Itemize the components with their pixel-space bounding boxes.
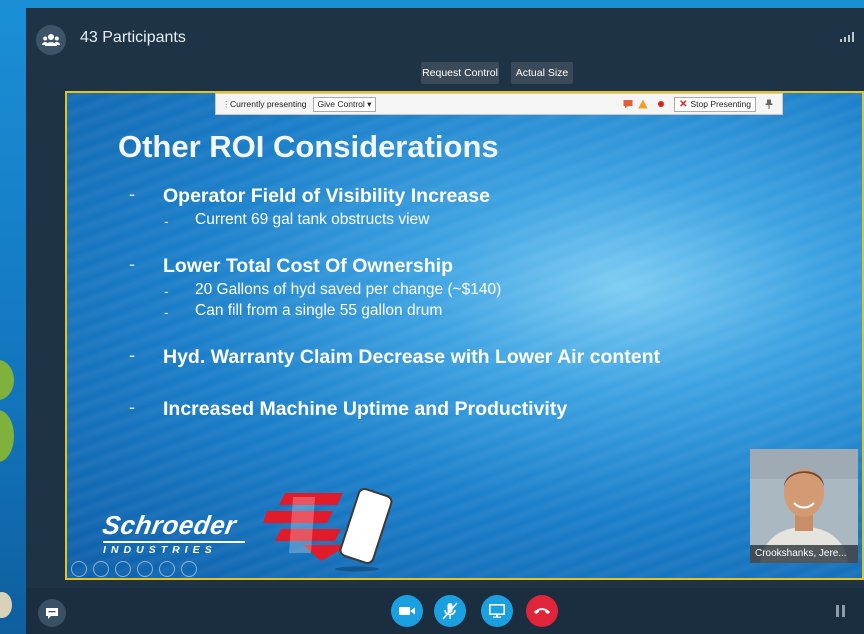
- participants-count: 43 Participants: [80, 29, 186, 46]
- bullet-2: Lower Total Cost Of Ownership: [163, 255, 453, 277]
- hang-up-icon: [534, 608, 550, 614]
- zoom-icon[interactable]: [159, 561, 175, 577]
- desktop-icon: [0, 592, 12, 618]
- previous-slide-icon[interactable]: [71, 561, 87, 577]
- chevron-down-icon: ▾: [367, 98, 372, 109]
- pause-icon[interactable]: [836, 605, 846, 617]
- pin-icon[interactable]: [764, 99, 774, 109]
- video-button[interactable]: [391, 595, 423, 627]
- stop-presenting-button[interactable]: ✕ Stop Presenting: [674, 96, 756, 112]
- network-signal-icon: [840, 32, 854, 42]
- participants-button[interactable]: [36, 25, 66, 55]
- slide-nav-controls: [71, 561, 197, 577]
- more-icon[interactable]: [181, 561, 197, 577]
- company-logo: Schroeder INDUSTRIES: [100, 510, 245, 559]
- desktop-icon: [0, 410, 14, 462]
- bullet-dash: -: [129, 345, 135, 365]
- microphone-muted-icon: [442, 602, 458, 620]
- sub-bullet-2-1: 20 Gallons of hyd saved per change (~$14…: [195, 281, 502, 298]
- chat-bubble-icon: [46, 607, 58, 619]
- monitor-icon: [489, 604, 505, 618]
- warning-icon[interactable]: [638, 99, 648, 109]
- phone-speed-graphic: [263, 488, 393, 572]
- bullet-dash: -: [129, 254, 135, 274]
- chat-button[interactable]: [38, 599, 66, 627]
- camera-icon: [399, 607, 415, 615]
- mute-button[interactable]: [434, 595, 466, 627]
- sub-bullet-dash: -: [164, 283, 169, 299]
- bullet-dash: -: [129, 184, 135, 204]
- slide-title: Other ROI Considerations: [118, 129, 499, 164]
- drag-handle-icon[interactable]: ⋮: [222, 99, 231, 110]
- pen-icon[interactable]: [115, 561, 131, 577]
- logo-subtitle: INDUSTRIES: [103, 541, 245, 556]
- next-slide-icon[interactable]: [93, 561, 109, 577]
- share-screen-button[interactable]: [481, 595, 513, 627]
- presenting-status: Currently presenting: [230, 99, 307, 109]
- request-control-button[interactable]: Request Control: [421, 62, 499, 84]
- people-icon: [42, 34, 60, 46]
- close-icon: ✕: [679, 98, 688, 110]
- give-control-dropdown[interactable]: Give Control ▾: [312, 96, 377, 112]
- sub-bullet-dash: -: [164, 304, 169, 320]
- shared-screen: ⋮ Currently presenting Give Control ▾ ✕ …: [65, 91, 864, 580]
- actual-size-button[interactable]: Actual Size: [511, 62, 573, 84]
- meeting-top-bar: 43 Participants: [26, 8, 864, 66]
- sub-bullet-1-1: Current 69 gal tank obstructs view: [195, 211, 430, 228]
- slides-icon[interactable]: [137, 561, 153, 577]
- presenter-toolbar: ⋮ Currently presenting Give Control ▾ ✕ …: [215, 93, 783, 115]
- meeting-window: 43 Participants Request Control Actual S…: [26, 8, 864, 634]
- slide-background: [67, 93, 862, 578]
- desktop-icon: [0, 360, 14, 400]
- participant-video[interactable]: Crookshanks, Jere...: [750, 449, 858, 563]
- logo-name: Schroeder: [100, 510, 239, 540]
- bullet-3: Hyd. Warranty Claim Decrease with Lower …: [163, 346, 661, 368]
- stop-presenting-label: Stop Presenting: [690, 99, 751, 109]
- bullet-1: Operator Field of Visibility Increase: [163, 185, 490, 207]
- give-control-label: Give Control: [317, 98, 365, 109]
- bullet-4: Increased Machine Uptime and Productivit…: [163, 398, 568, 420]
- chat-icon[interactable]: [623, 99, 633, 109]
- sub-bullet-dash: -: [164, 213, 169, 229]
- sub-bullet-2-2: Can fill from a single 55 gallon drum: [195, 302, 443, 319]
- call-controls-bar: [26, 588, 864, 634]
- bullet-dash: -: [129, 397, 135, 417]
- hang-up-button[interactable]: [526, 595, 558, 627]
- participant-name: Crookshanks, Jere...: [750, 545, 858, 563]
- record-icon[interactable]: [656, 99, 666, 109]
